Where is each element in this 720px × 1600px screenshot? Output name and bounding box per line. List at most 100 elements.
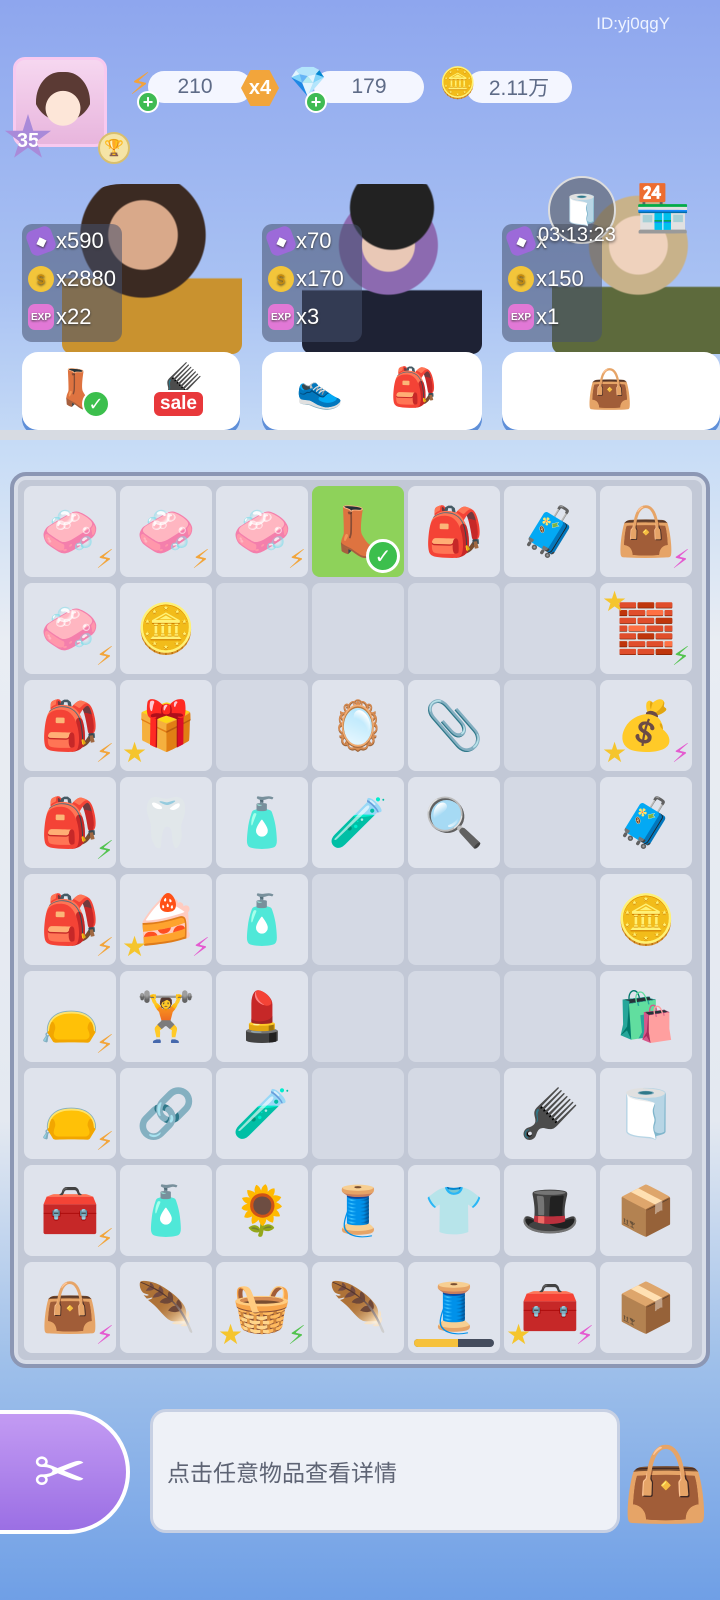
board-item[interactable]: 🪞 [312, 680, 404, 771]
scissors-comb-button[interactable]: ✂ [0, 1410, 130, 1534]
item-icon: 🧻 [616, 1088, 676, 1141]
board-item[interactable]: 🍰 ★ ⚡ [120, 874, 212, 965]
board-item[interactable]: 💰 ★ ⚡ [600, 680, 692, 771]
item-icon: 🦷 [136, 797, 196, 850]
empty-board-cell[interactable] [312, 971, 404, 1062]
board-item[interactable]: 👝 ⚡ [24, 971, 116, 1062]
board-item[interactable]: 🧼 ⚡ [120, 486, 212, 577]
board-item[interactable]: 🎁 ★ [120, 680, 212, 771]
board-item[interactable]: 🪙 [120, 583, 212, 674]
star-icon: ★ [122, 931, 148, 962]
item-icon: 👕 [424, 1185, 484, 1238]
empty-board-cell[interactable] [504, 680, 596, 771]
board-item[interactable]: 🛍️ [600, 971, 692, 1062]
board-item[interactable]: 🎒 ⚡ [24, 777, 116, 868]
customer-2[interactable]: ◆ x70 $ x170 EXP x3 [262, 184, 492, 354]
energy-pill[interactable]: 210 [148, 71, 252, 103]
empty-board-cell[interactable] [408, 1068, 500, 1159]
board-item[interactable]: 👝 ⚡ [24, 1068, 116, 1159]
energy-bolt-icon: ⚡ [671, 641, 690, 671]
board-item[interactable]: 📦 [600, 1262, 692, 1353]
board-item[interactable]: 🪮 [504, 1068, 596, 1159]
inventory-bag-icon[interactable]: 👜 [620, 1436, 712, 1532]
empty-board-cell[interactable] [504, 583, 596, 674]
board-item[interactable]: 🪙 [600, 874, 692, 965]
board-item[interactable]: 🔗 [120, 1068, 212, 1159]
board-item[interactable]: 🎒 [408, 486, 500, 577]
empty-board-cell[interactable] [408, 583, 500, 674]
board-item[interactable]: 🎒 ⚡ [24, 680, 116, 771]
board-item[interactable]: 🎒 ⚡ [24, 874, 116, 965]
board-item[interactable]: 🪶 [312, 1262, 404, 1353]
empty-board-cell[interactable] [504, 971, 596, 1062]
gems-pill[interactable]: 179 [314, 71, 424, 103]
shop-icon[interactable]: 🏪 [626, 176, 700, 240]
board-item[interactable]: 🧼 ⚡ [24, 486, 116, 577]
coin-icon: 🪙 [439, 66, 477, 100]
item-icon: 🧳 [616, 797, 676, 850]
item-icon: 📦 [616, 1282, 676, 1335]
board-item[interactable]: 💄 [216, 971, 308, 1062]
board-item[interactable]: 🪶 [120, 1262, 212, 1353]
board-item[interactable]: 🧴 [216, 777, 308, 868]
board-item[interactable]: 🧴 [120, 1165, 212, 1256]
board-item[interactable]: 🏋️ [120, 971, 212, 1062]
board-item[interactable]: 🎩 [504, 1165, 596, 1256]
board-item[interactable]: 🧳 [504, 486, 596, 577]
board-item[interactable]: 🧪 [216, 1068, 308, 1159]
board-item[interactable]: 🧼 ⚡ [24, 583, 116, 674]
board-item[interactable]: 🧵 [408, 1262, 500, 1353]
energy-bolt-icon: ⚡ [95, 1126, 114, 1156]
energy-bolt-icon: ⚡ [671, 544, 690, 574]
empty-board-cell[interactable] [312, 874, 404, 965]
empty-board-cell[interactable] [408, 874, 500, 965]
board-item[interactable]: 🧼 ⚡ [216, 486, 308, 577]
board-item[interactable]: 🧴 [216, 874, 308, 965]
board-item[interactable]: 🧰 ⚡ [24, 1165, 116, 1256]
empty-board-cell[interactable] [408, 971, 500, 1062]
board-item[interactable]: 🔍 [408, 777, 500, 868]
empty-board-cell[interactable] [504, 874, 596, 965]
energy-bolt-icon: ⚡ [95, 641, 114, 671]
exp-reward-icon: EXP [268, 304, 294, 330]
board-item[interactable]: 🌻 [216, 1165, 308, 1256]
empty-board-cell[interactable] [504, 777, 596, 868]
board-item[interactable]: 🧱 ★ ⚡ [600, 583, 692, 674]
board-item[interactable]: 🧪 [312, 777, 404, 868]
empty-board-cell[interactable] [216, 680, 308, 771]
item-icon: 🪶 [136, 1282, 196, 1335]
order-card-3[interactable]: 👜 [502, 352, 720, 430]
board-item[interactable]: 🧻 [600, 1068, 692, 1159]
empty-board-cell[interactable] [312, 583, 404, 674]
coins-pill[interactable]: 2.11万 [466, 71, 572, 103]
empty-board-cell[interactable] [312, 1068, 404, 1159]
board-item[interactable]: 📎 [408, 680, 500, 771]
board-item[interactable]: 🦷 [120, 777, 212, 868]
board-item[interactable]: 👢 ✓ [312, 486, 404, 577]
item-icon: 🧴 [232, 797, 292, 850]
empty-board-cell[interactable] [216, 583, 308, 674]
board-item[interactable]: 🧵 [312, 1165, 404, 1256]
board-item[interactable]: 📦 [600, 1165, 692, 1256]
exp-reward: x22 [56, 304, 92, 329]
item-icon: 🏋️ [136, 991, 196, 1044]
board-item[interactable]: 👕 [408, 1165, 500, 1256]
energy-value: 210 [177, 75, 213, 98]
trophy-icon[interactable]: 🏆 [98, 132, 130, 164]
add-gems-button[interactable]: + [305, 91, 327, 113]
order-card-1[interactable]: 👢 ✓ 🪮 sale [22, 352, 240, 430]
board-item[interactable]: 🧳 [600, 777, 692, 868]
board-item[interactable]: 👜 ⚡ [24, 1262, 116, 1353]
item-icon: 🎒 [40, 797, 100, 850]
customer-1[interactable]: ◆ x590 $ x2880 EXP x22 [22, 184, 252, 354]
item-icon: 🪮 [520, 1088, 580, 1141]
energy-bolt-icon: ⚡ [95, 738, 114, 768]
board-item[interactable]: 🧰 ★ ⚡ [504, 1262, 596, 1353]
add-energy-button[interactable]: + [137, 91, 159, 113]
board-item[interactable]: 🧺 ★ ⚡ [216, 1262, 308, 1353]
energy-bolt-icon: ⚡ [287, 544, 306, 574]
item-icon: 🧳 [520, 506, 580, 559]
star-icon: ★ [602, 737, 628, 768]
board-item[interactable]: 👜 ⚡ [600, 486, 692, 577]
order-card-2[interactable]: 👟 🎒 [262, 352, 482, 430]
